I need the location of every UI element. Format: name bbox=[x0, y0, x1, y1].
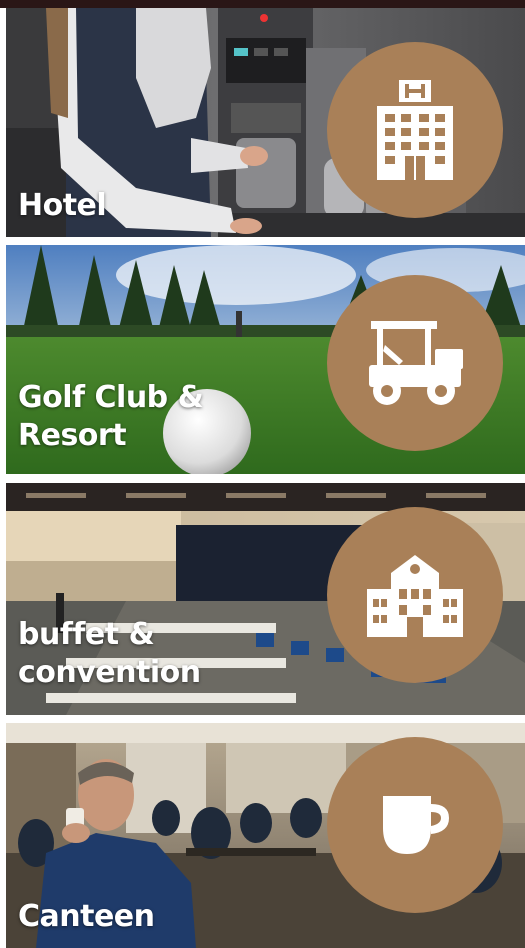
hotel-building-icon bbox=[377, 80, 453, 180]
convention-label-line2: convention bbox=[18, 655, 201, 690]
hotel-label: Hotel bbox=[18, 188, 107, 223]
canteen-label: Canteen bbox=[18, 899, 155, 934]
golf-label: Golf Club & Resort bbox=[18, 379, 204, 455]
coffee-cup-icon bbox=[383, 796, 449, 854]
canteen-icon-badge[interactable] bbox=[327, 737, 503, 913]
convention-icon-badge[interactable] bbox=[327, 507, 503, 683]
hotel-icon-badge[interactable] bbox=[327, 42, 503, 218]
hotel-tile[interactable]: Hotel bbox=[6, 8, 525, 237]
golf-label-line2: Resort bbox=[18, 418, 127, 453]
golf-tile[interactable]: Golf Club & Resort bbox=[6, 245, 525, 474]
golf-cart-icon bbox=[369, 321, 463, 405]
convention-building-icon bbox=[367, 555, 463, 637]
convention-label-line1: buffet & bbox=[18, 617, 155, 652]
golf-label-line1: Golf Club & bbox=[18, 380, 204, 415]
convention-tile[interactable]: buffet & convention bbox=[6, 483, 525, 715]
top-bar bbox=[0, 0, 525, 8]
convention-label: buffet & convention bbox=[18, 616, 201, 692]
golf-icon-badge[interactable] bbox=[327, 275, 503, 451]
canteen-tile[interactable]: Canteen bbox=[6, 723, 525, 948]
